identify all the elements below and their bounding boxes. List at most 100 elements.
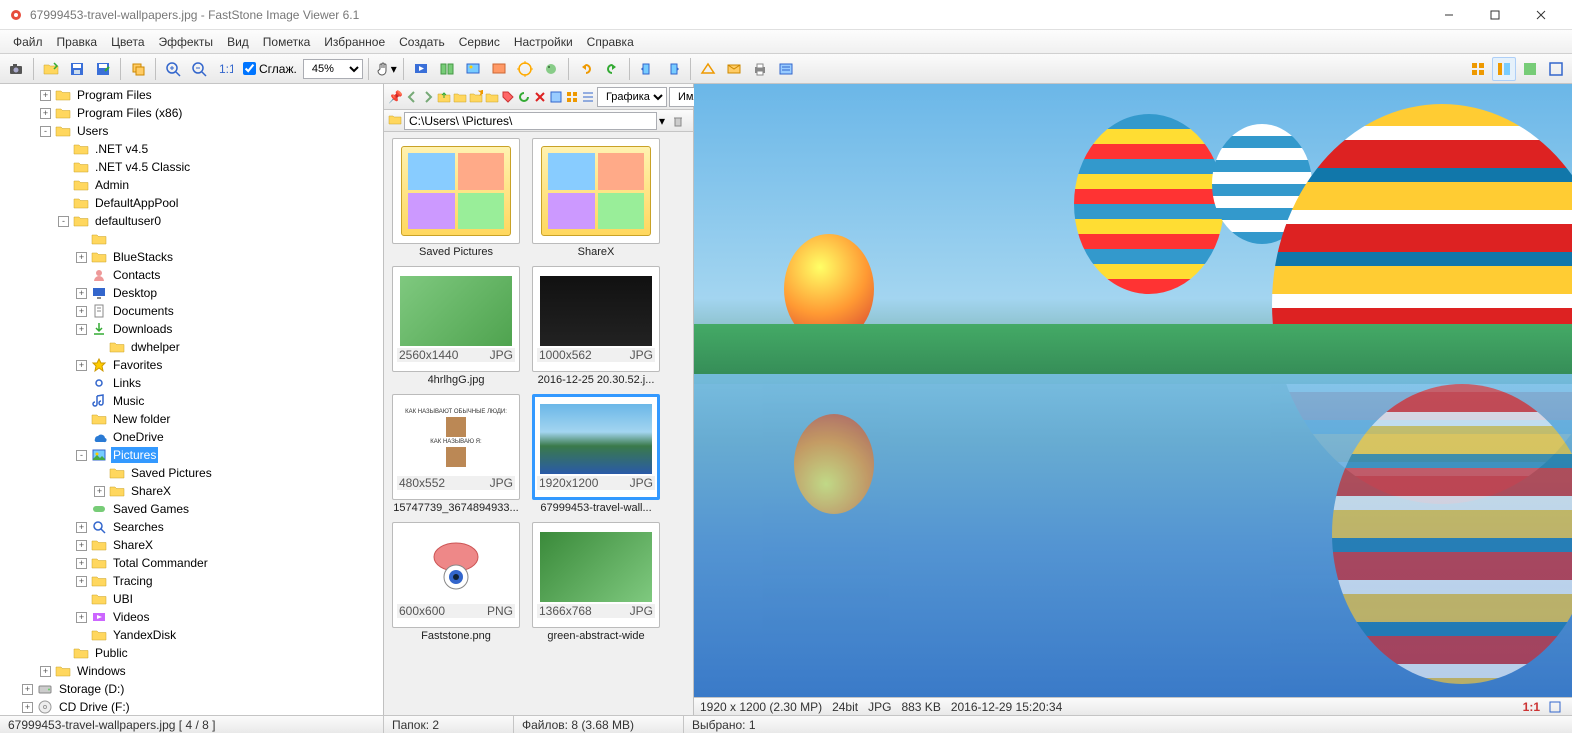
close-button[interactable] xyxy=(1518,0,1564,30)
tree-node[interactable]: .NET v4.5 Classic xyxy=(4,158,383,176)
menu-файл[interactable]: Файл xyxy=(6,32,50,52)
view-list-icon[interactable] xyxy=(581,86,595,108)
thumbnail[interactable]: 2560x1440JPG4hrlhgG.jpg xyxy=(390,266,522,386)
tree-node[interactable]: OneDrive xyxy=(4,428,383,446)
path-input[interactable]: C:\Users\ \Pictures\ xyxy=(404,112,657,130)
redo-icon[interactable] xyxy=(600,57,624,81)
tag-icon[interactable] xyxy=(501,86,515,108)
thumbnail-grid[interactable]: Saved PicturesShareX2560x1440JPG4hrlhgG.… xyxy=(384,132,693,715)
tree-node[interactable]: UBI xyxy=(4,590,383,608)
save-icon[interactable] xyxy=(65,57,89,81)
tree-node[interactable]: +CD Drive (F:) xyxy=(4,698,383,715)
saveas-icon[interactable] xyxy=(91,57,115,81)
tree-node[interactable]: +Program Files xyxy=(4,86,383,104)
tree-node[interactable]: Links xyxy=(4,374,383,392)
tree-node[interactable]: -defaultuser0 xyxy=(4,212,383,230)
screenshot-icon[interactable] xyxy=(487,57,511,81)
group-select[interactable]: Графика xyxy=(597,87,667,107)
tree-node[interactable]: dwhelper xyxy=(4,338,383,356)
view-browser-icon[interactable] xyxy=(1492,57,1516,81)
expand-icon[interactable]: + xyxy=(76,612,87,623)
collapse-icon[interactable]: - xyxy=(40,126,51,137)
menu-правка[interactable]: Правка xyxy=(50,32,105,52)
delete-icon[interactable] xyxy=(533,86,547,108)
pin-icon[interactable]: 📌 xyxy=(388,86,403,108)
smooth-checkbox[interactable]: Сглаж. xyxy=(239,62,301,76)
collapse-icon[interactable]: - xyxy=(76,450,87,461)
fit-icon[interactable] xyxy=(1544,696,1566,718)
fullscreen-icon[interactable] xyxy=(1544,57,1568,81)
expand-icon[interactable]: + xyxy=(76,522,87,533)
rotate-left-icon[interactable] xyxy=(635,57,659,81)
menu-справка[interactable]: Справка xyxy=(580,32,641,52)
acquire-icon[interactable] xyxy=(4,57,28,81)
menu-цвета[interactable]: Цвета xyxy=(104,32,151,52)
view-large-icon[interactable] xyxy=(565,86,579,108)
forward-icon[interactable] xyxy=(421,86,435,108)
zoom-select[interactable]: 45% xyxy=(303,59,363,79)
tree-node[interactable]: +Searches xyxy=(4,518,383,536)
tree-node[interactable]: Music xyxy=(4,392,383,410)
scan-icon[interactable] xyxy=(696,57,720,81)
zoomin-icon[interactable] xyxy=(161,57,185,81)
print-icon[interactable] xyxy=(748,57,772,81)
tree-node[interactable]: +Videos xyxy=(4,608,383,626)
tree-node[interactable]: DefaultAppPool xyxy=(4,194,383,212)
expand-icon[interactable]: + xyxy=(40,108,51,119)
expand-icon[interactable]: + xyxy=(22,702,33,713)
tree-node[interactable]: +Tracing xyxy=(4,572,383,590)
folder-up-icon[interactable] xyxy=(437,86,451,108)
thumbnail[interactable]: 1920x1200JPG67999453-travel-wall... xyxy=(530,394,662,514)
tree-node[interactable]: +ShareX xyxy=(4,482,383,500)
thumbnail[interactable]: 1000x562JPG2016-12-25 20.30.52.j... xyxy=(530,266,662,386)
tree-node[interactable]: Admin xyxy=(4,176,383,194)
expand-icon[interactable]: + xyxy=(76,324,87,335)
view-thumbs-icon[interactable] xyxy=(1466,57,1490,81)
thumbnail[interactable]: 1366x768JPGgreen-abstract-wide xyxy=(530,522,662,642)
folder-home-icon[interactable] xyxy=(453,86,467,108)
compare-icon[interactable] xyxy=(435,57,459,81)
expand-icon[interactable]: + xyxy=(76,360,87,371)
thumbnail[interactable]: 600x600PNGFaststone.png xyxy=(390,522,522,642)
trash-icon[interactable] xyxy=(667,110,689,132)
email-icon[interactable] xyxy=(722,57,746,81)
folder-tree-pane[interactable]: +Program Files+Program Files (x86)-Users… xyxy=(0,84,384,715)
preview-image[interactable] xyxy=(694,84,1572,697)
tree-node[interactable]: Contacts xyxy=(4,266,383,284)
colors-icon[interactable] xyxy=(513,57,537,81)
expand-icon[interactable]: + xyxy=(76,252,87,263)
expand-icon[interactable]: + xyxy=(40,90,51,101)
tree-node[interactable]: +Storage (D:) xyxy=(4,680,383,698)
tree-node[interactable]: Saved Pictures xyxy=(4,464,383,482)
refresh-icon[interactable] xyxy=(517,86,531,108)
dropdown-icon[interactable]: ▾ xyxy=(659,114,665,128)
thumbnail[interactable]: КАК НАЗЫВАЮТ ОБЫЧНЫЕ ЛЮДИ:КАК НАЗЫВАЮ Я:… xyxy=(390,394,522,514)
tree-node[interactable]: +Downloads xyxy=(4,320,383,338)
tree-node[interactable]: +ShareX xyxy=(4,536,383,554)
tree-node[interactable] xyxy=(4,230,383,248)
menu-пометка[interactable]: Пометка xyxy=(256,32,318,52)
tree-node[interactable]: +Desktop xyxy=(4,284,383,302)
folder-fav-icon[interactable] xyxy=(485,86,499,108)
open-icon[interactable] xyxy=(39,57,63,81)
thumbnail[interactable]: ShareX xyxy=(530,138,662,258)
tree-node[interactable]: +Documents xyxy=(4,302,383,320)
back-icon[interactable] xyxy=(405,86,419,108)
expand-icon[interactable]: + xyxy=(76,540,87,551)
tree-node[interactable]: .NET v4.5 xyxy=(4,140,383,158)
collapse-icon[interactable]: - xyxy=(58,216,69,227)
tree-node[interactable]: Saved Games xyxy=(4,500,383,518)
tree-node[interactable]: New folder xyxy=(4,410,383,428)
zoomout-icon[interactable] xyxy=(187,57,211,81)
hand-icon[interactable]: ▾ xyxy=(374,57,398,81)
minimize-button[interactable] xyxy=(1426,0,1472,30)
expand-icon[interactable]: + xyxy=(22,684,33,695)
undo-icon[interactable] xyxy=(574,57,598,81)
settings-icon[interactable] xyxy=(774,57,798,81)
menu-создать[interactable]: Создать xyxy=(392,32,452,52)
menu-вид[interactable]: Вид xyxy=(220,32,256,52)
effects-icon[interactable] xyxy=(539,57,563,81)
tree-node[interactable]: Public xyxy=(4,644,383,662)
zoom11-icon[interactable]: 1:1 xyxy=(213,57,237,81)
select-all-icon[interactable] xyxy=(549,86,563,108)
